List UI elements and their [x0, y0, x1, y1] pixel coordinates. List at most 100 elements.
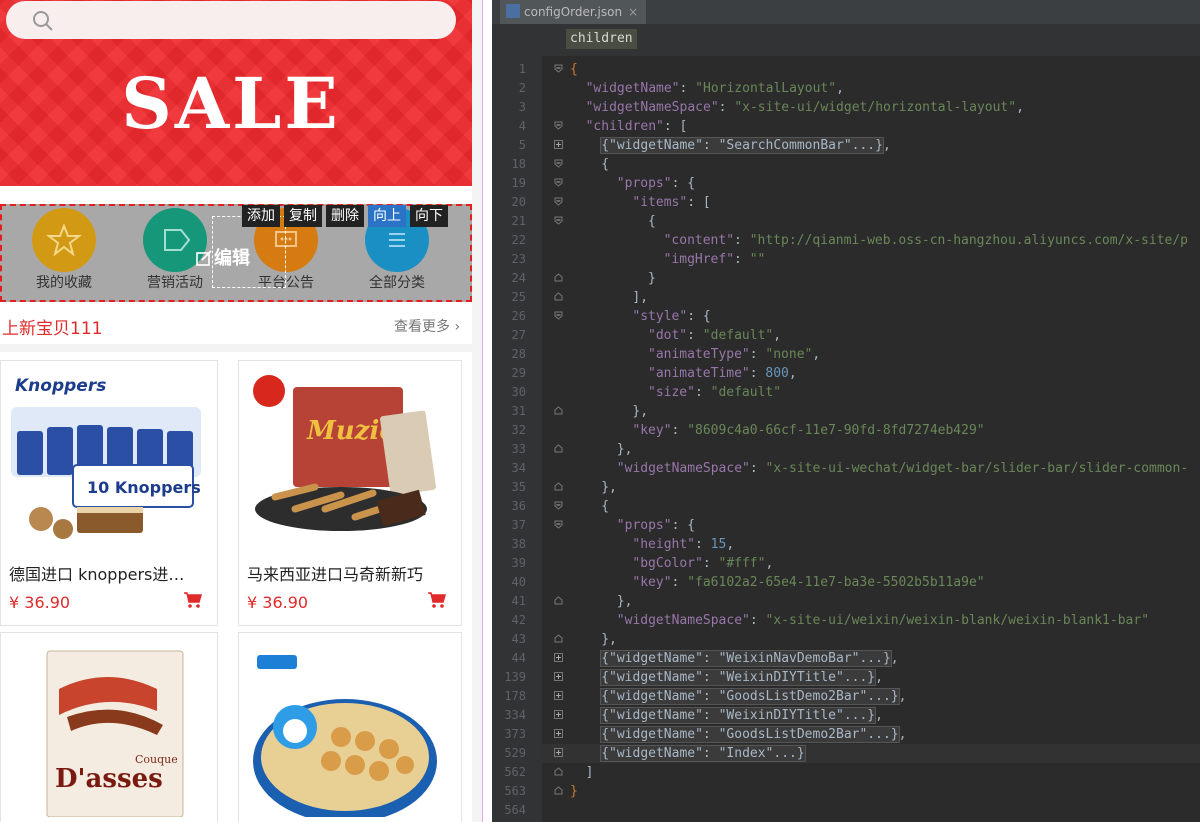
code-line[interactable]: 23 "imgHref": "" [492, 250, 1200, 269]
code-line[interactable]: 34 "widgetNameSpace": "x-site-ui-wechat/w… [492, 459, 1200, 478]
code-line[interactable]: 40 "key": "fa6102a2-65e4-11e7-ba3e-5502b5… [492, 573, 1200, 592]
see-more-link[interactable]: 查看更多 › [394, 316, 460, 336]
code-line[interactable]: 334 {"widgetName": "WeixinDIYTitle"...}, [492, 706, 1200, 725]
code-line[interactable]: 19 "props": { [492, 174, 1200, 193]
close-icon[interactable]: × [628, 5, 638, 19]
edit-button[interactable]: 编辑 [196, 244, 250, 270]
collapsed-block[interactable]: {"widgetName": "SearchCommonBar"...} [600, 137, 884, 154]
code-line[interactable]: 35}, [492, 478, 1200, 497]
code-line[interactable]: 178 {"widgetName": "GoodsListDemo2Bar"...… [492, 687, 1200, 706]
move-up-button[interactable]: 向上 [368, 205, 406, 227]
fold-icon[interactable] [554, 520, 563, 529]
code-line[interactable]: 139 {"widgetName": "WeixinDIYTitle"...}, [492, 668, 1200, 687]
fold-icon[interactable] [554, 501, 563, 510]
code-line[interactable]: 3 "widgetNameSpace": "x-site-ui/widget/ho… [492, 98, 1200, 117]
code-token: "animateType" [648, 347, 750, 362]
code-line[interactable]: 1{ [492, 60, 1200, 79]
copy-button[interactable]: 复制 [284, 205, 322, 227]
move-down-button[interactable]: 向下 [410, 205, 448, 227]
fold-icon[interactable] [554, 482, 563, 491]
code-line[interactable]: 32 "key": "8609c4a0-66cf-11e7-90fd-8fd727… [492, 421, 1200, 440]
code-text: }, [617, 440, 633, 459]
code-line[interactable]: 29 "animateTime": 800, [492, 364, 1200, 383]
fold-icon[interactable] [554, 292, 563, 301]
sale-banner[interactable]: SALE [0, 0, 472, 186]
collapsed-block[interactable]: {"widgetName": "WeixinNavDemoBar"...} [600, 650, 892, 667]
fold-expand-icon[interactable] [554, 653, 563, 662]
fold-icon[interactable] [554, 786, 563, 795]
fold-expand-icon[interactable] [554, 672, 563, 681]
breadcrumb-item[interactable]: children [566, 29, 637, 49]
fold-icon[interactable] [554, 121, 563, 130]
search-input[interactable] [6, 1, 456, 39]
collapsed-block[interactable]: {"widgetName": "Index"...} [600, 745, 806, 762]
code-line[interactable]: 42 "widgetNameSpace": "x-site-ui/weixin/w… [492, 611, 1200, 630]
fold-icon[interactable] [554, 197, 563, 206]
code-line[interactable]: 43}, [492, 630, 1200, 649]
delete-button[interactable]: 删除 [326, 205, 364, 227]
code-line[interactable]: 28 "animateType": "none", [492, 345, 1200, 364]
fold-expand-icon[interactable] [554, 748, 563, 757]
fold-expand-icon[interactable] [554, 729, 563, 738]
cart-icon[interactable] [427, 591, 447, 609]
collapsed-block[interactable]: {"widgetName": "WeixinDIYTitle"...} [600, 707, 877, 724]
fold-expand-icon[interactable] [554, 140, 563, 149]
panel-divider[interactable] [482, 0, 483, 822]
fold-icon[interactable] [554, 178, 563, 187]
code-line[interactable]: 36 { [492, 497, 1200, 516]
code-text: ] [586, 763, 594, 782]
code-line[interactable]: 563} [492, 782, 1200, 801]
code-line[interactable]: 27 "dot": "default", [492, 326, 1200, 345]
fold-expand-icon[interactable] [554, 710, 563, 719]
code-line[interactable]: 22 "content": "http://qianmi-web.oss-cn-h… [492, 231, 1200, 250]
code-line[interactable]: 20 "items": [ [492, 193, 1200, 212]
fold-icon[interactable] [554, 216, 563, 225]
code-line[interactable]: 31}, [492, 402, 1200, 421]
code-line[interactable]: 562] [492, 763, 1200, 782]
fold-expand-icon[interactable] [554, 691, 563, 700]
goods-card[interactable]: Knoppers 10 Knoppers 德国进口 knoppers进… ¥ 3… [0, 360, 218, 626]
code-line[interactable]: 39 "bgColor": "#fff", [492, 554, 1200, 573]
code-line[interactable]: 18 { [492, 155, 1200, 174]
line-number: 32 [511, 423, 526, 437]
fold-icon[interactable] [554, 634, 563, 643]
fold-icon[interactable] [554, 311, 563, 320]
divider [0, 344, 472, 352]
fold-icon[interactable] [554, 767, 563, 776]
goods-card[interactable] [238, 632, 462, 822]
tab-config-order[interactable]: configOrder.json × [500, 0, 647, 24]
code-line[interactable]: 4 "children": [ [492, 117, 1200, 136]
code-line[interactable]: 33}, [492, 440, 1200, 459]
code-line[interactable]: 373 {"widgetName": "GoodsListDemo2Bar"...… [492, 725, 1200, 744]
code-line[interactable]: 25], [492, 288, 1200, 307]
code-line[interactable]: 5 {"widgetName": "SearchCommonBar"...}, [492, 136, 1200, 155]
goods-card[interactable]: Muzic 马来西亚进口马奇新新巧 ¥ 36.90 [238, 360, 462, 626]
code-line[interactable]: 37 "props": { [492, 516, 1200, 535]
code-token: : { [671, 518, 696, 533]
code-token: "fa6102a2-65e4-11e7-ba3e-5502b5b11a9e" [687, 575, 985, 590]
code-line[interactable]: 41}, [492, 592, 1200, 611]
code-line[interactable]: 529 {"widgetName": "Index"...} [492, 744, 1200, 763]
fold-icon[interactable] [554, 596, 563, 605]
collapsed-block[interactable]: {"widgetName": "GoodsListDemo2Bar"...} [600, 688, 900, 705]
goods-card[interactable]: Couque D'asses [0, 632, 218, 822]
fold-icon[interactable] [554, 64, 563, 73]
code-line[interactable]: 38 "height": 15, [492, 535, 1200, 554]
code-line[interactable]: 24} [492, 269, 1200, 288]
collapsed-block[interactable]: {"widgetName": "WeixinDIYTitle"...} [600, 669, 877, 686]
code-line[interactable]: 21 { [492, 212, 1200, 231]
collapsed-block[interactable]: {"widgetName": "GoodsListDemo2Bar"...} [600, 726, 900, 743]
code-line[interactable]: 30 "size": "default" [492, 383, 1200, 402]
code-line[interactable]: 564 [492, 801, 1200, 820]
fold-icon[interactable] [554, 444, 563, 453]
code-line[interactable]: 2 "widgetName": "HorizontalLayout", [492, 79, 1200, 98]
code-line[interactable]: 44 {"widgetName": "WeixinNavDemoBar"...}, [492, 649, 1200, 668]
code-line[interactable]: 26 "style": { [492, 307, 1200, 326]
cart-icon[interactable] [183, 591, 203, 609]
fold-icon[interactable] [554, 159, 563, 168]
code-token: : [694, 385, 711, 400]
fold-icon[interactable] [554, 273, 563, 282]
add-button[interactable]: 添加 [242, 205, 280, 227]
fold-icon[interactable] [554, 406, 563, 415]
line-number: 18 [511, 157, 526, 171]
